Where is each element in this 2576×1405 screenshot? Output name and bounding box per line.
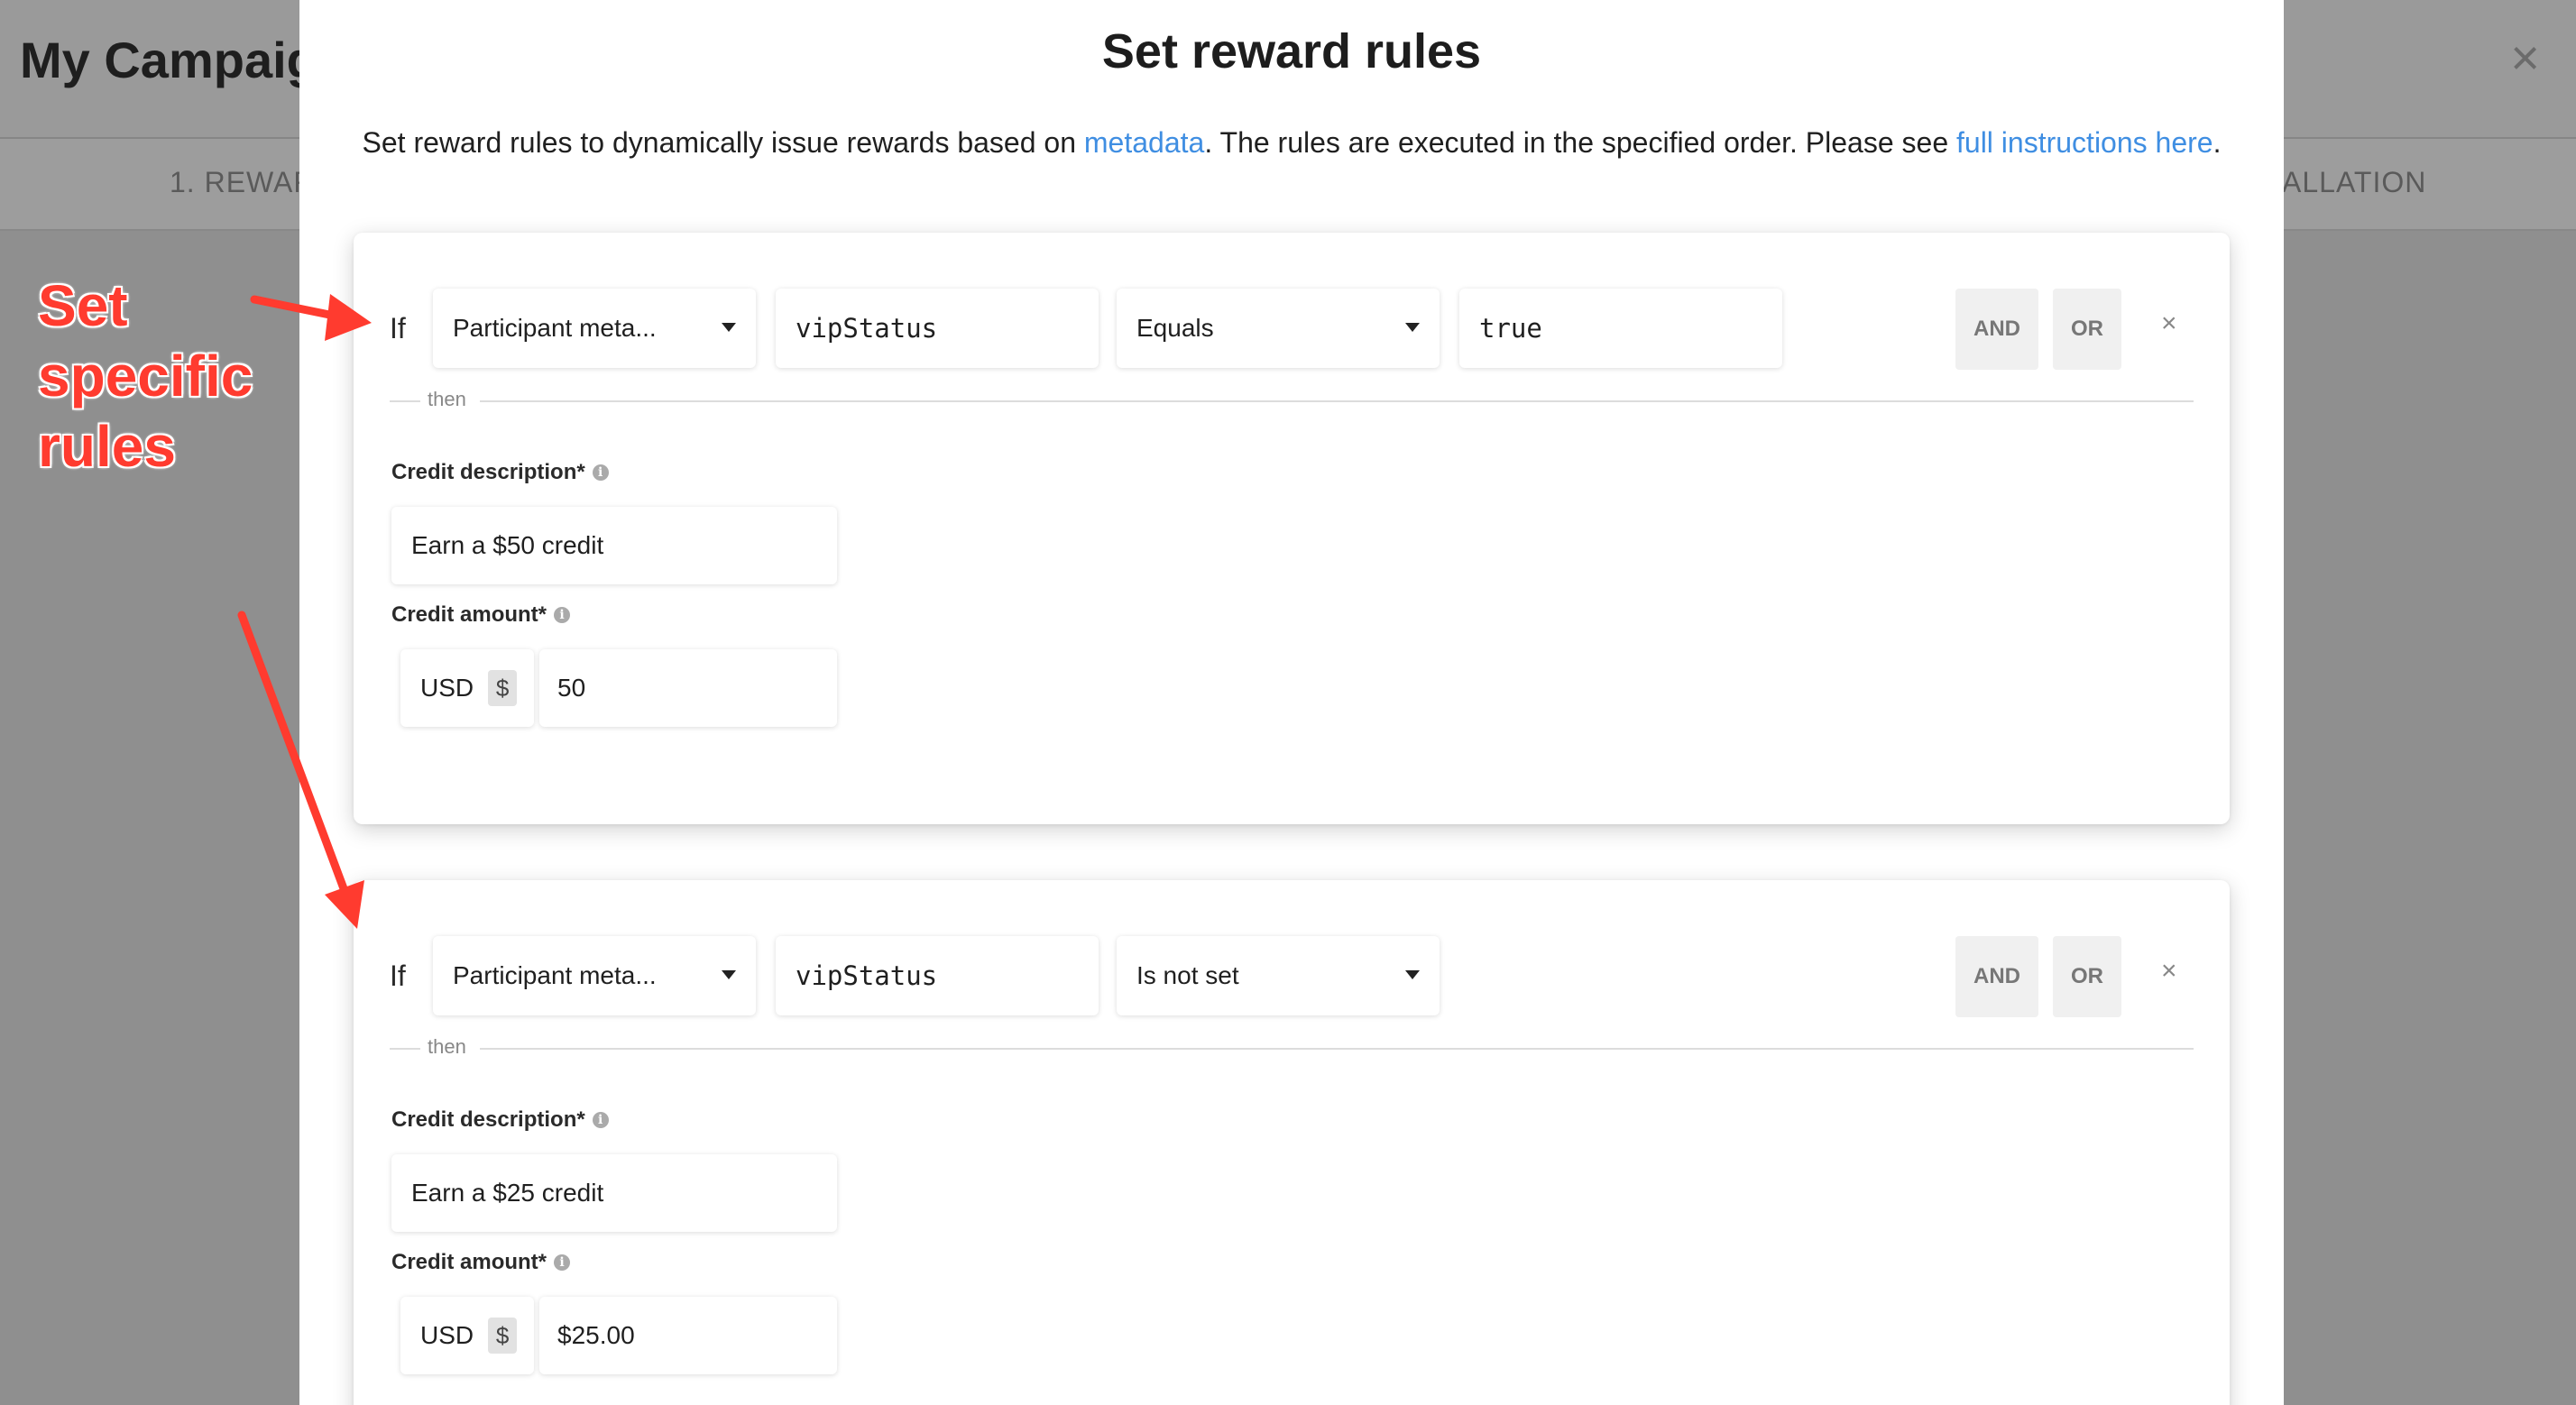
chevron-down-icon [1405, 970, 1420, 979]
annotation-text: Set specific rules [38, 271, 253, 482]
credit-description-input[interactable]: Earn a $50 credit [391, 507, 837, 584]
condition-source-value: Participant meta... [453, 314, 657, 342]
credit-amount-input[interactable]: $25.00 [539, 1297, 837, 1374]
label-text: Credit amount* [391, 1250, 547, 1274]
campaign-title: My Campaig [20, 32, 317, 88]
info-icon[interactable]: i [554, 1254, 571, 1271]
instructions-link[interactable]: full instructions here [1956, 126, 2213, 159]
reward-rules-modal: Set reward rules Set reward rules to dyn… [299, 0, 2284, 1405]
credit-amount-label: Credit amount* i [391, 1250, 571, 1275]
modal-description: Set reward rules to dynamically issue re… [299, 126, 2284, 160]
if-label: If [390, 312, 406, 344]
currency-select[interactable]: USD $ [400, 649, 534, 727]
operator-select[interactable]: Is not set [1117, 936, 1440, 1015]
then-divider: then [390, 388, 2194, 415]
page: My Campaig × 1. REWAR ALLATION Set speci… [0, 0, 2576, 1405]
currency-code: USD [420, 674, 474, 702]
divider-line [390, 400, 420, 402]
modal-title: Set reward rules [1101, 24, 1482, 78]
metadata-link[interactable]: metadata [1084, 126, 1204, 159]
condition-source-select[interactable]: Participant meta... [433, 289, 756, 368]
rule-card: If Participant meta... vipStatus Is not … [354, 880, 2230, 1405]
operator-value: Equals [1136, 314, 1214, 342]
description-text: . The rules are executed in the specifie… [1204, 126, 1956, 159]
divider-line [390, 1048, 420, 1050]
info-icon[interactable]: i [592, 1112, 609, 1128]
label-text: Credit description* [391, 1107, 585, 1132]
then-label: then [428, 1035, 466, 1058]
then-divider: then [390, 1035, 2194, 1062]
operator-select[interactable]: Equals [1117, 289, 1440, 368]
then-label: then [428, 388, 466, 410]
currency-symbol: $ [488, 1318, 518, 1354]
tab-installation[interactable]: ALLATION [2282, 166, 2426, 199]
label-text: Credit description* [391, 460, 585, 484]
currency-select[interactable]: USD $ [400, 1297, 534, 1374]
description-text: . [2213, 126, 2222, 159]
annotation-line: specific [38, 344, 253, 409]
info-icon[interactable]: i [592, 464, 609, 481]
description-text: Set reward rules to dynamically issue re… [362, 126, 1084, 159]
tab-rewards[interactable]: 1. REWAR [170, 166, 316, 199]
chevron-down-icon [1405, 323, 1420, 332]
remove-icon[interactable]: × [2161, 310, 2177, 337]
condition-source-value: Participant meta... [453, 961, 657, 989]
rule-card: If Participant meta... vipStatus Equals … [354, 233, 2230, 824]
and-button[interactable]: AND [1955, 289, 2038, 370]
annotation-line: rules [38, 414, 176, 479]
if-label: If [390, 960, 406, 992]
remove-icon[interactable]: × [2161, 958, 2177, 985]
operator-value: Is not set [1136, 961, 1239, 989]
label-text: Credit amount* [391, 602, 547, 627]
credit-amount-label: Credit amount* i [391, 602, 571, 628]
chevron-down-icon [722, 970, 736, 979]
credit-description-label: Credit description* i [391, 1107, 609, 1133]
credit-description-label: Credit description* i [391, 460, 609, 485]
or-button[interactable]: OR [2053, 289, 2121, 370]
info-icon[interactable]: i [554, 607, 571, 623]
close-icon[interactable]: × [2510, 32, 2540, 83]
currency-symbol: $ [488, 670, 518, 706]
chevron-down-icon [722, 323, 736, 332]
annotation-line: Set [38, 273, 128, 338]
condition-source-select[interactable]: Participant meta... [433, 936, 756, 1015]
credit-description-input[interactable]: Earn a $25 credit [391, 1154, 837, 1232]
divider-line [480, 1048, 2194, 1050]
and-button[interactable]: AND [1955, 936, 2038, 1017]
divider-line [480, 400, 2194, 402]
credit-amount-input[interactable]: 50 [539, 649, 837, 727]
or-button[interactable]: OR [2053, 936, 2121, 1017]
metadata-key-input[interactable]: vipStatus [776, 289, 1099, 368]
metadata-key-input[interactable]: vipStatus [776, 936, 1099, 1015]
condition-value-input[interactable]: true [1459, 289, 1782, 368]
currency-code: USD [420, 1321, 474, 1349]
